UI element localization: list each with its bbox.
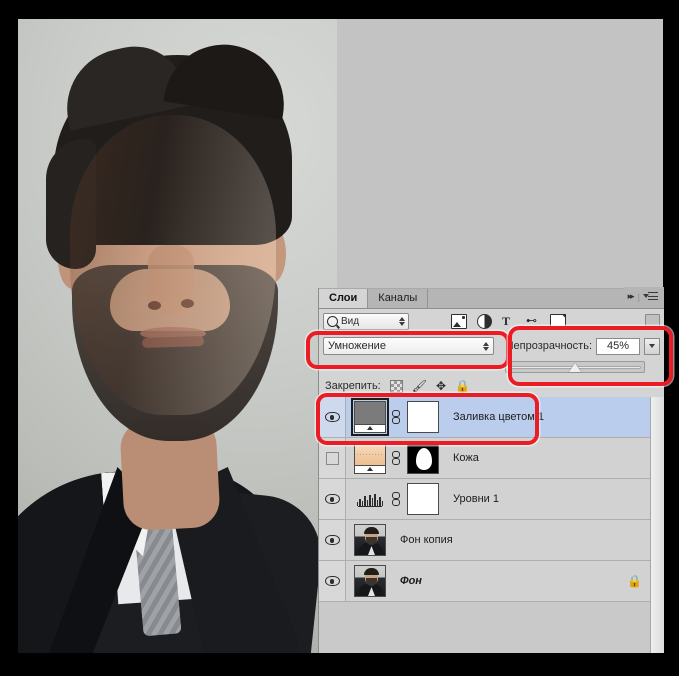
transparency-lock-icon[interactable] (389, 379, 403, 393)
tab-channels[interactable]: Каналы (368, 289, 429, 308)
white-mask-thumb[interactable] (407, 401, 439, 433)
filter-type-label: Вид (341, 315, 360, 327)
table-row[interactable]: Кожа (319, 438, 664, 479)
skin-gradient-thumb[interactable] (354, 442, 386, 474)
layer-thumbnails (354, 483, 439, 515)
eye-icon[interactable] (324, 412, 340, 422)
panel-tab-controls: ▸▸ | (623, 287, 664, 308)
table-row[interactable]: Заливка цветом 1 (319, 397, 664, 438)
table-row[interactable]: Уровни 1 (319, 479, 664, 520)
histogram-baseline (358, 505, 382, 507)
photo-thumb[interactable] (354, 565, 386, 597)
levels-histogram-thumb[interactable] (354, 483, 386, 515)
layer-lock-icon: 🔒 (627, 574, 642, 588)
filter-type-icons: T ⊷ (451, 313, 566, 329)
layer-name[interactable]: Уровни 1 (453, 493, 499, 505)
layer-thumbnails (354, 565, 386, 597)
photo-thumb[interactable] (354, 524, 386, 556)
smart-object-filter-icon[interactable] (550, 313, 566, 329)
histogram-bars (356, 493, 384, 506)
eye-icon[interactable] (324, 535, 340, 545)
fill-bar (355, 424, 385, 432)
layer-list-scrollbar[interactable] (650, 397, 664, 653)
shape-filter-icon[interactable]: ⊷ (526, 315, 540, 328)
layer-name[interactable]: Фон копия (400, 534, 453, 546)
opacity-control: Непрозрачность: 45% (505, 337, 660, 355)
tab-bar-filler (428, 289, 624, 308)
filter-toggle-icon[interactable] (645, 313, 660, 329)
layer-list[interactable]: Заливка цветом 1 Кожа Уровни 1 Фон копия… (319, 397, 664, 653)
table-row[interactable]: Фон копия (319, 520, 664, 561)
layer-name[interactable]: Кожа (453, 452, 479, 464)
mask-shape (416, 448, 432, 470)
tab-divider: | (637, 291, 640, 302)
black-mask-thumb[interactable] (407, 442, 439, 474)
tab-layers[interactable]: Слои (319, 289, 369, 308)
text-filter-icon[interactable]: T (502, 314, 516, 328)
opacity-slider[interactable] (505, 361, 645, 373)
layer-thumbnails (354, 442, 439, 474)
panel-tab-bar: Слои Каналы ▸▸ | (319, 287, 664, 309)
eye-icon[interactable] (324, 494, 340, 504)
thumb-hair (364, 527, 379, 534)
opacity-slider-row (319, 359, 664, 375)
layer-visibility-cell[interactable] (319, 520, 346, 560)
image-filter-icon[interactable] (451, 313, 467, 329)
layer-visibility-cell[interactable] (319, 479, 346, 519)
lock-label: Закрепить: (325, 380, 381, 392)
subject-face-shading (70, 115, 276, 415)
thumb-hair (364, 568, 379, 575)
link-icon[interactable] (391, 492, 402, 506)
layer-visibility-cell[interactable] (319, 438, 346, 478)
layer-thumbnails (351, 398, 439, 436)
gradient-stops (357, 454, 383, 455)
layer-name[interactable]: Фон (400, 575, 422, 587)
link-icon[interactable] (391, 410, 402, 424)
screenshot-root: ЧТО Е КОН Л (0, 0, 679, 676)
layer-visibility-cell[interactable] (319, 397, 346, 437)
search-icon (327, 315, 338, 327)
link-icon[interactable] (391, 451, 402, 465)
blend-opacity-row: Умножение Непрозрачность: 45% (319, 333, 664, 359)
adjustment-filter-icon[interactable] (477, 313, 492, 329)
layers-panel[interactable]: Слои Каналы ▸▸ | Вид T ⊷ Умножение Непро… (318, 287, 664, 653)
layer-thumbnails (354, 524, 386, 556)
eye-icon[interactable] (324, 576, 340, 586)
blend-mode-spinner-icon[interactable] (482, 341, 489, 351)
white-mask-thumb[interactable] (407, 483, 439, 515)
layer-name[interactable]: Заливка цветом 1 (453, 411, 544, 423)
all-lock-icon[interactable]: 🔒 (455, 380, 470, 392)
eye-off-icon[interactable] (325, 451, 339, 465)
blend-mode-value: Умножение (328, 340, 386, 352)
filter-type-select[interactable]: Вид (323, 312, 409, 330)
lock-row: Закрепить: 🖌 ✥ 🔒 (319, 375, 664, 397)
solid-fill-thumb[interactable] (351, 398, 389, 436)
spinner-arrows-icon[interactable] (399, 316, 405, 326)
panel-menu-icon[interactable] (643, 292, 658, 301)
opacity-label: Непрозрачность: (505, 340, 592, 352)
position-lock-icon[interactable]: ✥ (436, 380, 446, 392)
brush-lock-icon[interactable]: 🖌 (412, 380, 427, 392)
opacity-slider-handle[interactable] (568, 363, 581, 372)
fill-bar (355, 465, 385, 473)
opacity-input[interactable]: 45% (596, 337, 640, 355)
layer-visibility-cell[interactable] (319, 561, 346, 601)
table-row[interactable]: Фон 🔒 (319, 561, 664, 602)
opacity-dropdown-icon[interactable] (644, 337, 660, 355)
portrait-photo: ЧТО Е КОН Л (18, 19, 337, 653)
layer-filter-row[interactable]: Вид T ⊷ (319, 309, 664, 333)
blend-mode-select[interactable]: Умножение (323, 337, 494, 355)
collapse-panel-icon[interactable]: ▸▸ (628, 291, 635, 302)
